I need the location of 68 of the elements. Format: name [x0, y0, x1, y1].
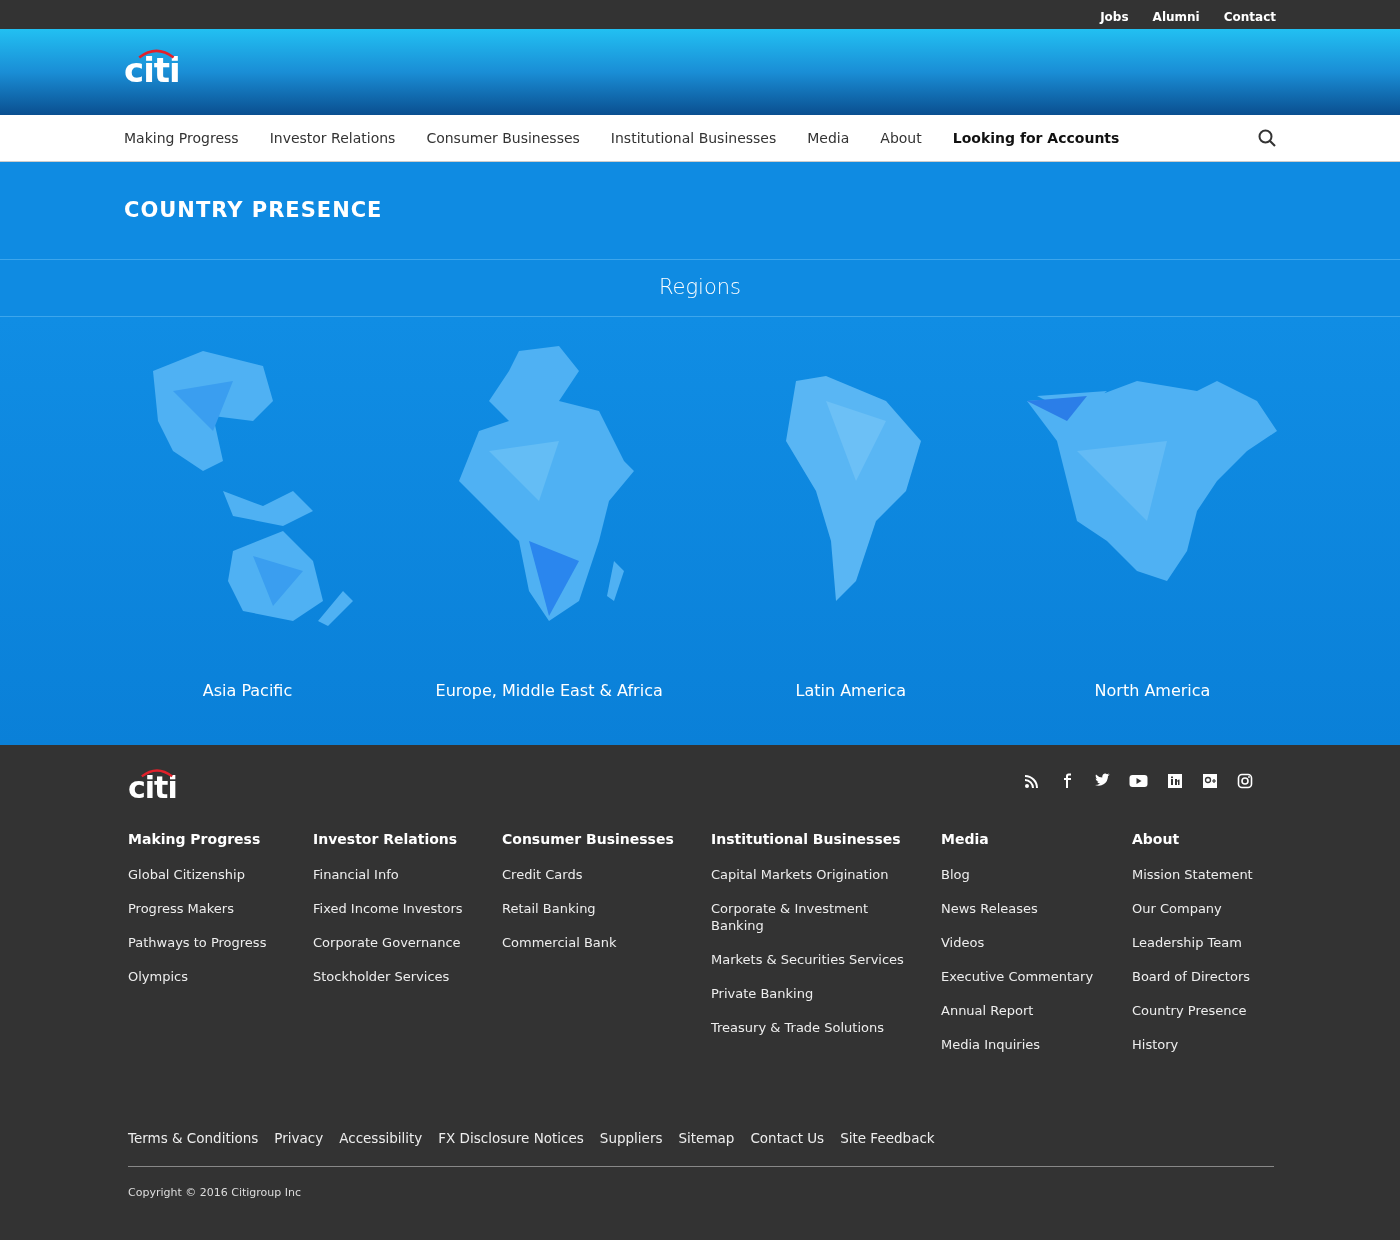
- footer-link[interactable]: Our Company: [1132, 900, 1280, 917]
- nav-link[interactable]: Looking for Accounts: [952, 127, 1120, 149]
- footer-heading: Media: [941, 830, 990, 849]
- region-link[interactable]: North America: [1094, 679, 1211, 703]
- utility-link[interactable]: Jobs: [1100, 8, 1129, 26]
- legal-link[interactable]: Site Feedback: [840, 1128, 935, 1149]
- legal-link[interactable]: FX Disclosure Notices: [438, 1128, 584, 1149]
- page-title: COUNTRY PRESENCE: [124, 197, 384, 224]
- legal-link[interactable]: Sitemap: [678, 1128, 735, 1149]
- play-icon[interactable]: [1129, 773, 1148, 789]
- footer-link[interactable]: Olympics: [128, 968, 313, 985]
- section-heading: Regions: [658, 274, 742, 302]
- footer-link[interactable]: Corporate & Investment Banking: [711, 900, 911, 934]
- bird-icon[interactable]: [1094, 773, 1110, 789]
- utility-link[interactable]: Alumni: [1152, 8, 1200, 26]
- camera-icon[interactable]: [1237, 773, 1253, 789]
- footer-link[interactable]: Private Banking: [711, 985, 911, 1002]
- google-plus-icon[interactable]: [1202, 773, 1218, 789]
- footer-link[interactable]: Treasury & Trade Solutions: [711, 1019, 911, 1036]
- copyright-text: Copyright © 2016 Citigroup Inc: [128, 1185, 303, 1202]
- legal-link[interactable]: Suppliers: [599, 1128, 663, 1149]
- linkedin-icon[interactable]: [1167, 773, 1183, 789]
- legal-link[interactable]: Contact Us: [750, 1128, 825, 1149]
- region-link[interactable]: Europe, Middle East & Africa: [435, 679, 663, 703]
- footer-link[interactable]: Capital Markets Origination: [711, 866, 911, 883]
- footer-link[interactable]: Retail Banking: [502, 900, 702, 917]
- search-icon[interactable]: [1258, 129, 1276, 147]
- footer-link[interactable]: Executive Commentary: [941, 968, 1132, 985]
- logo[interactable]: citi: [128, 765, 177, 803]
- footer-link[interactable]: Financial Info: [313, 866, 502, 883]
- footer-heading: About: [1132, 830, 1181, 849]
- footer-link[interactable]: Mission Statement: [1132, 866, 1280, 883]
- logo[interactable]: citi: [124, 45, 180, 87]
- footer-link[interactable]: Stockholder Services: [313, 968, 502, 985]
- legal-link[interactable]: Privacy: [274, 1128, 324, 1149]
- footer-link[interactable]: News Releases: [941, 900, 1132, 917]
- footer-heading: Institutional Businesses: [711, 830, 902, 849]
- nav-link[interactable]: Investor Relations: [269, 127, 396, 149]
- region-link[interactable]: Latin America: [795, 679, 907, 703]
- footer-heading: Investor Relations: [313, 830, 459, 849]
- footer-link[interactable]: Leadership Team: [1132, 934, 1280, 951]
- footer-link[interactable]: Credit Cards: [502, 866, 702, 883]
- footer-link[interactable]: Board of Directors: [1132, 968, 1280, 985]
- footer-link[interactable]: Media Inquiries: [941, 1036, 1132, 1053]
- region-link[interactable]: Asia Pacific: [202, 679, 293, 703]
- footer-link[interactable]: Markets & Securities Services: [711, 951, 911, 968]
- rss-icon[interactable]: [1024, 773, 1040, 789]
- footer-link[interactable]: Pathways to Progress: [128, 934, 313, 951]
- nav-link[interactable]: About: [880, 127, 922, 149]
- utility-link[interactable]: Contact: [1223, 8, 1276, 26]
- footer-link[interactable]: Progress Makers: [128, 900, 313, 917]
- footer-heading: Making Progress: [128, 830, 262, 849]
- footer-link[interactable]: Fixed Income Investors: [313, 900, 502, 917]
- footer-link[interactable]: Videos: [941, 934, 1132, 951]
- footer-link[interactable]: Commercial Bank: [502, 934, 702, 951]
- nav-link[interactable]: Media: [807, 127, 850, 149]
- legal-link[interactable]: Terms & Conditions: [128, 1128, 259, 1149]
- footer-heading: Consumer Businesses: [502, 830, 675, 849]
- footer-link[interactable]: Annual Report: [941, 1002, 1132, 1019]
- footer-link[interactable]: History: [1132, 1036, 1280, 1053]
- legal-link[interactable]: Accessibility: [339, 1128, 423, 1149]
- footer-link[interactable]: Corporate Governance: [313, 934, 502, 951]
- nav-link[interactable]: Making Progress: [124, 127, 239, 149]
- footer-link[interactable]: Country Presence: [1132, 1002, 1280, 1019]
- nav-link[interactable]: Institutional Businesses: [610, 127, 777, 149]
- footer-link[interactable]: Blog: [941, 866, 1132, 883]
- nav-link[interactable]: Consumer Businesses: [426, 127, 580, 149]
- footer-link[interactable]: Global Citizenship: [128, 866, 313, 883]
